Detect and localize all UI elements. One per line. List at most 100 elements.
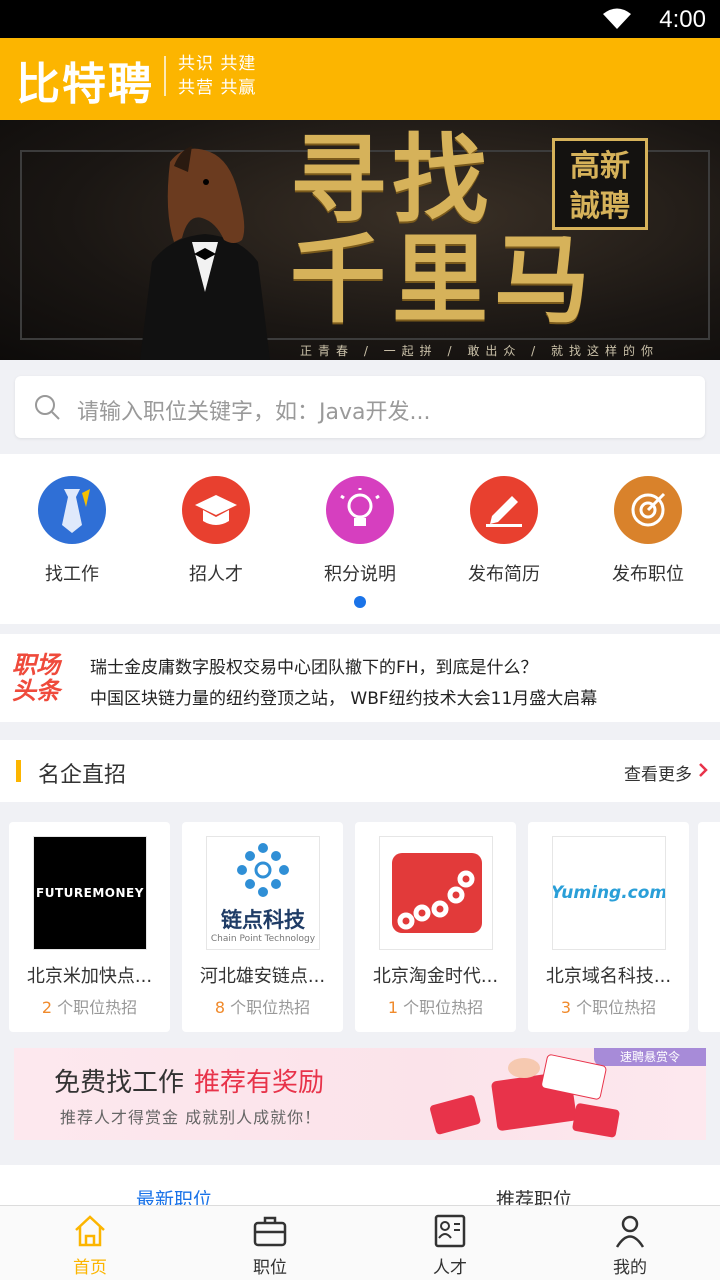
news-badge-line-1: 职场: [12, 651, 60, 679]
search-icon: [35, 395, 60, 420]
nav-label: 人才: [433, 1258, 467, 1278]
banner-headline-line-2: 千里马: [290, 223, 596, 336]
quick-label: 招人才: [189, 564, 243, 585]
app-header: 比特聘 共识 共建 共营 共赢: [0, 38, 720, 120]
status-time: 4:00: [659, 6, 706, 33]
company-jobs: 2 个职位热招: [9, 994, 170, 1018]
status-bar: 4:00: [0, 0, 720, 38]
companies-list: FUTUREMONEY 北京米加快点... 2 个职位热招 链点科技 Chain…: [0, 802, 720, 1042]
company-name: 河北雄安链点...: [199, 966, 326, 987]
horse-man-illustration: [140, 146, 270, 360]
nav-label: 首页: [73, 1258, 107, 1278]
bottom-nav: 首页 职位 人才 我的: [0, 1205, 720, 1280]
banner-stamp: 高新 誠聘: [552, 138, 648, 230]
header-divider: [164, 56, 166, 96]
company-jobs: 8 个职位热招: [182, 994, 343, 1018]
graduation-cap-icon: [182, 476, 250, 544]
search-area: 请输入职位关键字，如：Java开发...: [0, 360, 720, 454]
company-name: 北京米加快点...: [26, 966, 153, 987]
company-logo: [379, 836, 493, 950]
quick-find-job[interactable]: 找工作: [0, 476, 144, 586]
company-name: 北京域名科技...: [545, 966, 672, 987]
company-jobs: 1 个职位热招: [355, 994, 516, 1018]
company-jobs-count: 3: [560, 998, 572, 1017]
tab-latest-jobs[interactable]: 最新职位: [136, 1185, 212, 1205]
promo-title-highlight: 推荐有奖励: [194, 1068, 325, 1098]
headline-news: 职场 头条 瑞士金皮庸数字股权交易中心团队撤下的FH，到底是什么？ 中国区块链力…: [0, 634, 720, 722]
nav-home[interactable]: 首页: [0, 1206, 180, 1280]
quick-points[interactable]: 积分说明: [288, 476, 432, 586]
company-logo-subtext: Chain Point Technology: [210, 934, 316, 944]
wifi-icon: [603, 8, 631, 29]
company-logo: 链点科技 Chain Point Technology: [206, 836, 320, 950]
stamp-line-2: 誠聘: [570, 189, 630, 224]
company-card[interactable]: 链点科技 Chain Point Technology 河北雄安链点... 8 …: [182, 822, 343, 1032]
banner-headline-line-1: 寻找: [290, 123, 494, 236]
news-badge: 职场 头条: [12, 652, 60, 704]
briefcase-icon: [253, 1216, 287, 1247]
quick-label: 积分说明: [324, 564, 396, 585]
red-envelope-illustration: [430, 1054, 620, 1138]
banner-headline: 寻找 千里马: [290, 130, 596, 330]
chain-logo-icon: [392, 853, 482, 933]
job-tabs: 最新职位 推荐职位: [0, 1165, 720, 1205]
page-indicator-dot: [354, 596, 366, 608]
company-jobs-suffix: 个职位热招: [225, 998, 311, 1017]
referral-promo-banner[interactable]: 免费找工作 推荐有奖励 推荐人才得赏金 成就别人成就你！ 速聘悬赏令: [14, 1048, 706, 1140]
home-icon: [75, 1215, 105, 1247]
header-slogan: 共识 共建 共营 共赢: [178, 52, 256, 100]
quick-post-resume[interactable]: 发布简历: [432, 476, 576, 586]
id-card-icon: [434, 1214, 466, 1248]
promo-banner[interactable]: 寻找 千里马 高新 誠聘 正青春 / 一起拼 / 敢出众 / 就找这样的你: [0, 120, 720, 360]
quick-actions: 找工作 招人才 积分说明 发布简历 发布职位: [0, 454, 720, 624]
chevron-right-icon[interactable]: [698, 762, 708, 778]
quick-post-job[interactable]: 发布职位: [576, 476, 720, 586]
view-more-link[interactable]: 查看更多: [624, 760, 692, 785]
company-name: 北京淘金时代...: [372, 966, 499, 987]
nav-jobs[interactable]: 职位: [180, 1206, 360, 1280]
company-jobs-count: 8: [214, 998, 226, 1017]
company-logo-text: 链点科技: [221, 908, 305, 932]
nav-label: 职位: [253, 1258, 287, 1278]
company-logo: Yuming.com: [552, 836, 666, 950]
search-placeholder: 请输入职位关键字，如：Java开发...: [77, 400, 431, 425]
stamp-line-1: 高新: [570, 149, 630, 184]
tab-recommended-jobs[interactable]: 推荐职位: [496, 1185, 572, 1205]
news-item[interactable]: 瑞士金皮庸数字股权交易中心团队撤下的FH，到底是什么？: [90, 653, 538, 678]
app-logo: 比特聘: [16, 59, 154, 110]
company-jobs-count: 2: [41, 998, 53, 1017]
nav-talent[interactable]: 人才: [360, 1206, 540, 1280]
promo-title-main: 免费找工作: [54, 1068, 185, 1098]
user-icon: [615, 1215, 645, 1248]
molecule-icon: [237, 843, 289, 897]
company-jobs-suffix: 个职位热招: [398, 998, 484, 1017]
tie-icon: [38, 476, 106, 544]
section-accent-bar: [16, 760, 21, 782]
news-badge-line-2: 头条: [12, 677, 60, 705]
company-logo: FUTUREMONEY: [33, 836, 147, 950]
quick-label: 发布职位: [612, 564, 684, 585]
nav-label: 我的: [613, 1258, 647, 1278]
slogan-line-2: 共营 共赢: [178, 78, 257, 98]
company-jobs-count: 1: [387, 998, 399, 1017]
companies-section-header: 名企直招 查看更多: [0, 740, 720, 802]
company-card[interactable]: 北京淘金时代... 1 个职位热招: [355, 822, 516, 1032]
company-card[interactable]: Yuming.com 北京域名科技... 3 个职位热招: [528, 822, 689, 1032]
quick-label: 发布简历: [468, 564, 540, 585]
nav-me[interactable]: 我的: [540, 1206, 720, 1280]
edit-icon: [470, 476, 538, 544]
quick-recruit[interactable]: 招人才: [144, 476, 288, 586]
promo-subtitle: 推荐人才得赏金 成就别人成就你！: [60, 1108, 322, 1127]
quick-label: 找工作: [45, 564, 99, 585]
company-logo-text: Yuming.com: [552, 883, 666, 903]
company-jobs-suffix: 个职位热招: [52, 998, 138, 1017]
target-icon: [614, 476, 682, 544]
company-card[interactable]: FUTUREMONEY 北京米加快点... 2 个职位热招: [9, 822, 170, 1032]
section-title: 名企直招: [38, 763, 127, 788]
app-root: 4:00 比特聘 共识 共建 共营 共赢 寻找 千里马 高新 誠聘 正青春 / …: [0, 0, 720, 1280]
company-jobs-suffix: 个职位热招: [571, 998, 657, 1017]
search-input[interactable]: 请输入职位关键字，如：Java开发...: [15, 376, 705, 438]
slogan-line-1: 共识 共建: [178, 54, 257, 74]
company-card-partial[interactable]: [698, 822, 720, 1032]
news-item[interactable]: 中国区块链力量的纽约登顶之站， WBF纽约技术大会11月盛大启幕: [90, 684, 597, 709]
